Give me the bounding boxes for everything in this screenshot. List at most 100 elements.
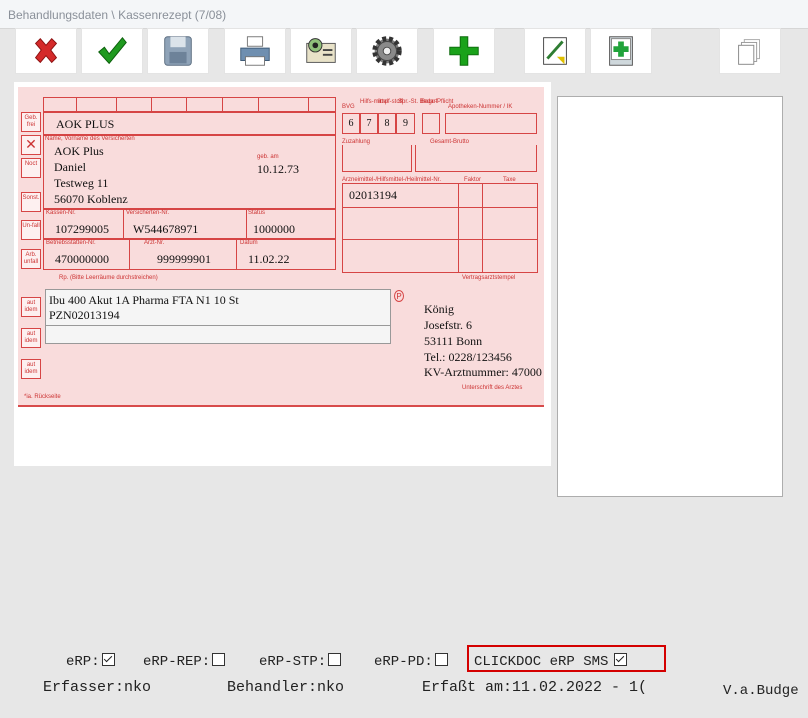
erp-pd-checkbox[interactable]	[434, 653, 448, 666]
datum-value: 11.02.22	[248, 252, 290, 266]
side-box-arb-unfall[interactable]: Arb. unfall	[21, 249, 41, 269]
copy-pages-button[interactable]	[719, 28, 781, 74]
view-card-icon	[306, 38, 336, 63]
p-badge: P	[394, 290, 404, 302]
aut-idem-3[interactable]: aut idem	[21, 359, 41, 379]
aut-idem-2[interactable]: aut idem	[21, 328, 41, 348]
medication-line-2: PZN02013194	[49, 308, 120, 322]
status-label: Status	[248, 210, 266, 216]
cost-bearer: AOK PLUS	[56, 117, 115, 131]
apotheken-box	[445, 113, 537, 134]
erp-pd-option[interactable]: eRP-PD:	[374, 653, 448, 670]
save-button[interactable]	[147, 28, 209, 74]
gesamt-box	[415, 145, 537, 172]
delete-icon	[34, 37, 58, 64]
patient-label: Name, Vorname des Versicherten	[45, 136, 135, 142]
aut-idem-1[interactable]: aut idem	[21, 297, 41, 317]
insurance-line: AOK Plus	[54, 144, 104, 158]
erp-rep-option[interactable]: eRP-REP:	[143, 653, 226, 670]
datum-label: Datum	[240, 240, 258, 246]
birth-label: geb. am	[257, 154, 279, 160]
arzt-nr-value: 999999901	[157, 252, 211, 266]
settings-icon	[372, 36, 402, 66]
budget-label: V.a.Budge	[723, 683, 799, 699]
erp-pd-label: eRP-PD:	[374, 654, 433, 670]
bsnr-label: Betriebsstätten-Nr.	[46, 240, 96, 246]
edit-document-icon	[543, 37, 567, 65]
erfasst-label: Erfaßt am:	[422, 679, 513, 696]
view-card-button[interactable]	[290, 28, 352, 74]
print-icon	[240, 36, 270, 66]
side-box-noct[interactable]: Noct	[21, 158, 41, 178]
top-cells	[43, 97, 336, 112]
begr-box[interactable]	[422, 113, 440, 134]
clickdoc-option[interactable]: CLICKDOC eRP SMS	[474, 653, 628, 670]
toolbar	[0, 28, 808, 76]
delete-button[interactable]	[15, 28, 77, 74]
erp-label: eRP:	[66, 654, 100, 670]
clickdoc-label: CLICKDOC eRP SMS	[474, 654, 609, 670]
side-box-unfall[interactable]: Un-fall	[21, 220, 41, 240]
doctor-kv-number: KV-Arztnummer: 47000	[424, 365, 542, 379]
kassen-nr: 107299005	[55, 222, 109, 236]
erp-stp-option[interactable]: eRP-STP:	[259, 653, 342, 670]
bvg-label: BVG	[342, 104, 355, 110]
patient-street: Testweg 11	[54, 176, 109, 190]
prescription-form: Geb. frei ✕ Noct Sonst. Un-fall Arb. unf…	[18, 87, 544, 407]
arzt-nr-label: Arzt-Nr.	[144, 240, 165, 246]
erp-option[interactable]: eRP:	[66, 653, 115, 670]
doctor-city: 53111 Bonn	[424, 334, 483, 348]
add-icon	[449, 36, 479, 66]
bsnr-value: 470000000	[55, 252, 109, 266]
window-title: Behandlungsdaten \ Kassenrezept (7/08)	[8, 8, 227, 22]
erfasser-label: Erfasser:	[43, 679, 125, 696]
behandler-label: Behandler:	[227, 679, 318, 696]
code-9[interactable]: 9	[396, 113, 415, 134]
zuzahlung-box	[342, 145, 412, 172]
signature-label: Unterschrift des Arztes	[462, 385, 523, 391]
erfasst-field: Erfaßt am:11.02.2022 - 1(	[422, 679, 668, 696]
birth-date: 10.12.73	[257, 162, 299, 176]
code-8[interactable]: 8	[378, 113, 396, 134]
patient-first-name: Daniel	[54, 160, 86, 174]
settings-button[interactable]	[356, 28, 418, 74]
erp-checkbox[interactable]	[101, 653, 115, 666]
preview-panel	[557, 96, 783, 497]
erp-stp-checkbox[interactable]	[328, 653, 342, 666]
rp-label: Rp. (Bitte Leerräume durchstreichen)	[59, 275, 158, 281]
erfasser-field: Erfasser:nko	[43, 679, 151, 696]
erp-rep-label: eRP-REP:	[143, 654, 211, 670]
erfasser-value: nko	[124, 679, 152, 696]
prescription-panel: Geb. frei ✕ Noct Sonst. Un-fall Arb. unf…	[14, 82, 551, 466]
doctor-name: König	[424, 302, 454, 316]
confirm-button[interactable]	[81, 28, 143, 74]
clickdoc-checkbox[interactable]	[614, 653, 628, 666]
add-medicine-book-icon	[609, 36, 633, 66]
erfasst-value: 11.02.2022 - 1(	[512, 679, 648, 696]
erp-stp-label: eRP-STP:	[259, 654, 327, 670]
copy-pages-icon	[738, 39, 760, 65]
add-button[interactable]	[433, 28, 495, 74]
vertragsarzt-label: Vertragsarztstempel	[462, 275, 516, 281]
window-titlebar: Behandlungsdaten \ Kassenrezept (7/08)	[0, 0, 808, 29]
versicherten-nr: W544678971	[133, 222, 199, 236]
medication-line-1: Ibu 400 Akut 1A Pharma FTA N1 10 St	[49, 293, 239, 307]
side-box-checked[interactable]: ✕	[21, 135, 41, 155]
versicherten-nr-label: Versicherten-Nr.	[126, 210, 170, 216]
patient-city: 56070 Koblenz	[54, 192, 128, 206]
side-box-sonst[interactable]: Sonst.	[21, 192, 41, 212]
doctor-street: Josefstr. 6	[424, 318, 472, 332]
erp-rep-checkbox[interactable]	[212, 653, 226, 666]
add-medicine-book-button[interactable]	[590, 28, 652, 74]
medication-field[interactable]: Ibu 400 Akut 1A Pharma FTA N1 10 St PZN0…	[45, 289, 391, 344]
apotheken-label: Apotheken-Nummer / IK	[448, 104, 513, 110]
edit-document-button[interactable]	[524, 28, 586, 74]
code-7[interactable]: 7	[360, 113, 378, 134]
print-button[interactable]	[224, 28, 286, 74]
confirm-icon	[98, 36, 127, 65]
kassen-nr-label: Kassen-Nr.	[46, 210, 76, 216]
code-6[interactable]: 6	[342, 113, 360, 134]
side-box-geb-frei[interactable]: Geb. frei	[21, 112, 41, 132]
save-icon	[164, 36, 192, 66]
doctor-phone: Tel.: 0228/123456	[424, 350, 512, 364]
